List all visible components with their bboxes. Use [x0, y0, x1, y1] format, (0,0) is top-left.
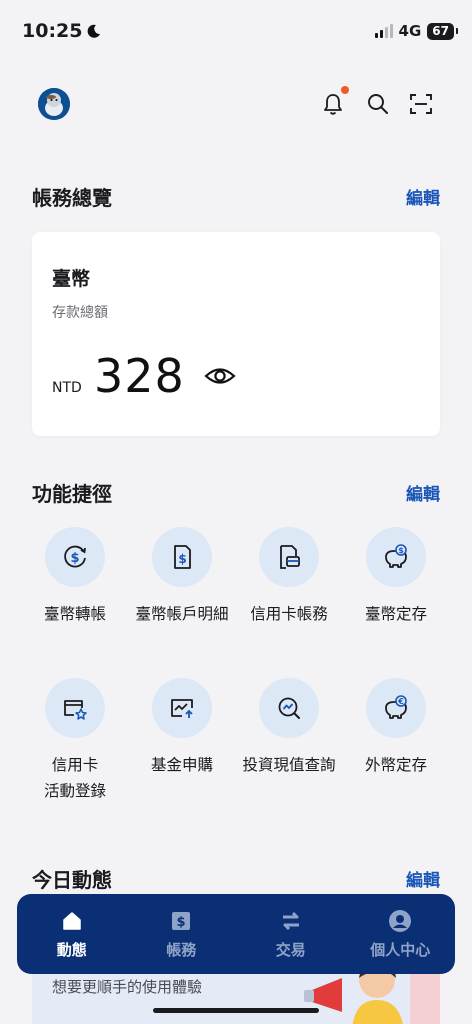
shortcut-label-multiline: 信用卡 活動登錄 — [20, 752, 130, 804]
shortcut-icon-circle — [45, 678, 105, 738]
shortcut-label: 臺幣帳戶明細 — [135, 605, 229, 623]
avatar[interactable] — [38, 88, 70, 120]
nav-label: 動態 — [56, 940, 87, 959]
today-title: 今日動態 — [32, 868, 112, 892]
nav-label: 個人中心 — [370, 940, 431, 959]
balance-amount: 328 — [94, 349, 185, 403]
shortcut-label: 臺幣轉帳 — [43, 605, 106, 623]
shortcut-icon-circle — [152, 678, 212, 738]
nav-label: 交易 — [275, 940, 306, 959]
status-bar: 10:25 4G 67 — [0, 0, 472, 62]
svg-text:$: $ — [177, 915, 186, 930]
notification-badge — [341, 86, 349, 94]
nav-item-account[interactable]: $ 帳務 — [131, 909, 231, 960]
shortcut-label: 外幣定存 — [364, 756, 427, 774]
overview-edit-link[interactable]: 編輯 — [406, 184, 440, 209]
chart-up-icon — [171, 699, 193, 718]
promo-text: 想要更順手的使用體驗 — [52, 978, 203, 996]
nav-item-profile[interactable]: 個人中心 — [350, 909, 450, 960]
today-edit-link[interactable]: 編輯 — [406, 866, 440, 891]
shortcut-icon-circle — [259, 527, 319, 587]
bottom-nav: 動態 $ 帳務 交易 個人中心 — [17, 894, 455, 974]
shortcut-twd-transfer[interactable]: $ 臺幣轉帳 — [20, 527, 130, 627]
shortcut-icon-circle: $ — [152, 527, 212, 587]
eye-icon[interactable] — [204, 364, 236, 388]
shortcuts-edit-link[interactable]: 編輯 — [406, 480, 440, 505]
shortcut-twd-time-deposit[interactable]: $ 臺幣定存 — [341, 527, 451, 627]
shortcut-investment-value[interactable]: 投資現值查詢 — [234, 678, 344, 778]
home-indicator — [153, 1008, 319, 1013]
nav-item-transactions[interactable]: 交易 — [241, 909, 341, 960]
person-icon — [389, 909, 412, 932]
shortcut-label: 投資現值查詢 — [242, 756, 336, 774]
search-icon[interactable] — [364, 90, 392, 118]
scan-icon[interactable] — [407, 90, 435, 118]
shortcut-label: 臺幣定存 — [364, 605, 427, 623]
shortcut-credit-card-event[interactable]: 信用卡 活動登錄 — [20, 678, 130, 804]
shortcut-fund-purchase[interactable]: 基金申購 — [127, 678, 237, 778]
overview-title: 帳務總覽 — [32, 186, 112, 210]
dollar-refresh-icon: $ — [64, 545, 86, 568]
piggy-euro-icon: € — [385, 695, 407, 719]
shortcuts-header: 功能捷徑 編輯 — [32, 478, 440, 507]
dollar-square-icon: $ — [172, 911, 191, 930]
balance-title: 臺幣 — [52, 268, 91, 290]
nav-item-feed[interactable]: 動態 — [22, 909, 122, 960]
svg-text:$: $ — [70, 551, 79, 566]
svg-text:€: € — [397, 697, 404, 706]
shortcut-icon-circle: $ — [366, 527, 426, 587]
piggy-bank-icon: $ — [385, 544, 407, 568]
overview-header: 帳務總覽 編輯 — [32, 182, 440, 211]
clock-text: 10:25 — [22, 20, 83, 42]
shortcut-label-line2: 活動登錄 — [43, 782, 106, 800]
network-label: 4G — [398, 22, 422, 40]
balance-currency: NTD — [52, 380, 82, 396]
shortcut-foreign-time-deposit[interactable]: € 外幣定存 — [341, 678, 451, 778]
signal-icon — [374, 24, 393, 38]
shortcuts-title: 功能捷徑 — [32, 482, 112, 506]
shortcut-icon-circle — [259, 678, 319, 738]
svg-text:$: $ — [178, 552, 186, 566]
balance-subtitle: 存款總額 — [52, 305, 108, 321]
shortcut-icon-circle: $ — [45, 527, 105, 587]
shortcut-label-line1: 信用卡 — [51, 756, 99, 774]
balance-card[interactable]: 臺幣 存款總額 NTD 328 — [32, 232, 440, 436]
status-indicators: 4G 67 — [374, 22, 458, 40]
svg-text:$: $ — [398, 546, 404, 555]
search-chart-icon — [278, 697, 300, 719]
moon-icon — [88, 24, 101, 38]
card-star-icon — [64, 700, 87, 720]
shortcut-icon-circle: € — [366, 678, 426, 738]
shortcut-label: 信用卡帳務 — [250, 605, 328, 623]
card-document-icon — [280, 545, 300, 569]
status-time: 10:25 — [22, 20, 102, 42]
avatar-image-icon — [38, 88, 70, 120]
home-icon — [63, 911, 81, 930]
shortcut-twd-account-detail[interactable]: $ 臺幣帳戶明細 — [127, 527, 237, 627]
bell-icon[interactable] — [319, 90, 347, 118]
today-header: 今日動態 編輯 — [32, 864, 440, 893]
transfer-arrows-icon — [282, 911, 299, 930]
dollar-document-icon: $ — [174, 545, 191, 569]
shortcut-label: 基金申購 — [150, 756, 213, 774]
battery-icon: 67 — [427, 22, 458, 40]
top-bar — [0, 82, 472, 130]
shortcut-credit-card-account[interactable]: 信用卡帳務 — [234, 527, 344, 627]
nav-label: 帳務 — [166, 940, 197, 959]
